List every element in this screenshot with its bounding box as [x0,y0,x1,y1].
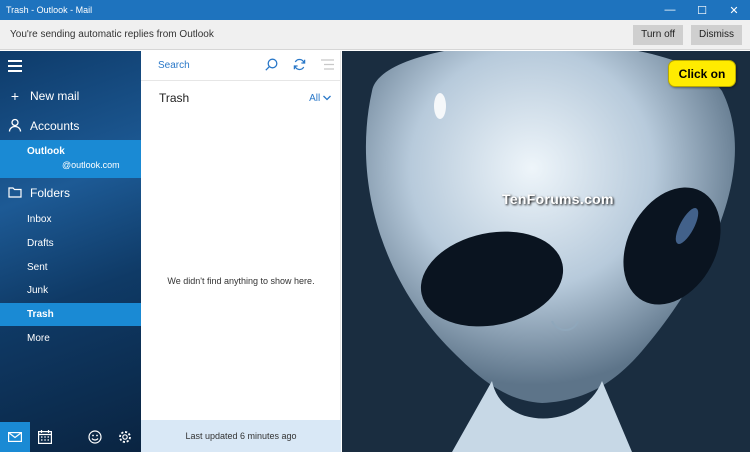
minimize-button[interactable]: — [654,0,686,20]
title-bar: Trash - Outlook - Mail — ☐ ✕ [0,0,750,20]
empty-state-text: We didn't find anything to show here. [167,276,315,286]
automatic-replies-bar: You're sending automatic replies from Ou… [0,20,750,50]
mail-icon[interactable] [0,422,30,452]
folder-trash[interactable]: Trash [0,303,141,326]
folders-label: Folders [30,186,71,200]
last-updated-status: Last updated 6 minutes ago [141,420,341,452]
app-switcher-bar [0,422,141,452]
folder-header: Trash All [141,83,341,113]
folder-junk[interactable]: Junk [0,279,141,302]
folder-more[interactable]: More [0,327,141,350]
watermark-text: TenForums.com [502,191,614,207]
automatic-replies-message: You're sending automatic replies from Ou… [10,29,214,40]
plus-icon: + [10,88,20,104]
calendar-icon[interactable] [30,422,60,452]
feedback-icon[interactable] [80,422,110,452]
new-mail-button[interactable]: + New mail [0,87,141,105]
hamburger-menu-icon[interactable] [8,60,22,75]
alien-background-image [342,51,750,452]
turn-off-button[interactable]: Turn off [633,24,683,45]
search-input[interactable]: Search [141,60,257,71]
account-outlook[interactable]: Outlook @outlook.com [0,140,141,178]
folder-inbox[interactable]: Inbox [0,208,141,231]
reading-pane: TenForums.com [342,51,750,452]
person-icon [0,118,30,135]
search-bar: Search [141,51,341,81]
click-on-callout: Click on [668,60,736,87]
folder-title: Trash [159,91,190,105]
folder-drafts[interactable]: Drafts [0,232,141,255]
account-email: @outlook.com [62,160,120,170]
message-list-pane: Search Trash All We didn't find anything… [141,51,341,452]
folders-button[interactable]: Folders [0,184,141,202]
filter-dropdown[interactable]: All [309,93,341,104]
maximize-button[interactable]: ☐ [686,0,718,20]
account-name: Outlook [27,146,65,157]
accounts-button[interactable]: Accounts [0,117,141,135]
close-button[interactable]: ✕ [718,0,750,20]
settings-icon[interactable] [110,422,140,452]
folder-icon [0,185,30,201]
navigation-pane: + New mail Accounts Outlook @outlook.com… [0,51,141,452]
chevron-down-icon [323,93,331,104]
sync-icon[interactable] [285,58,313,74]
new-mail-label: New mail [30,89,80,103]
accounts-label: Accounts [30,119,80,133]
dismiss-button[interactable]: Dismiss [691,24,742,45]
filter-label: All [309,92,321,104]
folder-sent[interactable]: Sent [0,256,141,279]
window-title: Trash - Outlook - Mail [6,5,93,15]
selection-mode-icon[interactable] [313,58,341,73]
search-icon[interactable] [257,58,285,74]
